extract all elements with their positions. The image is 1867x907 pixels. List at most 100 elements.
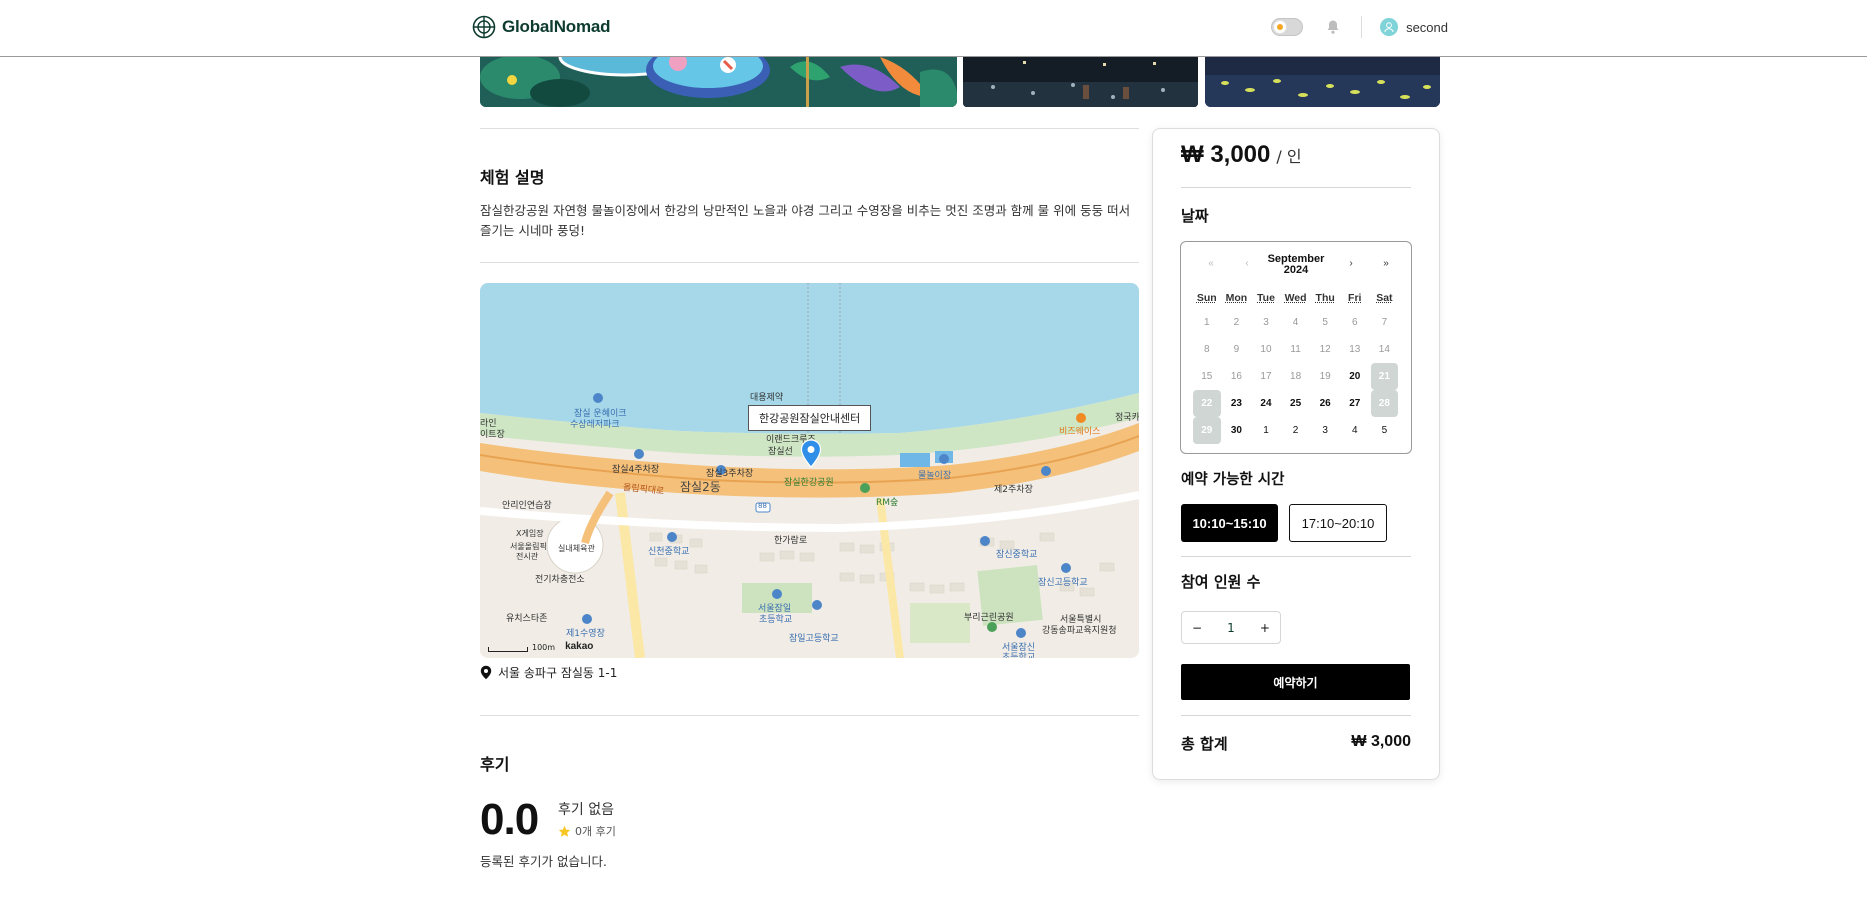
header-actions: second (1271, 15, 1448, 39)
weekday-label: Sun (1196, 292, 1217, 304)
bell-icon[interactable] (1325, 19, 1341, 35)
calendar-day[interactable]: 25 (1281, 390, 1311, 417)
user-avatar-icon[interactable] (1380, 18, 1399, 36)
rating-label: 후기 없음 (558, 802, 614, 818)
calendar-day[interactable]: 15 (1192, 363, 1222, 390)
map-marker-icon[interactable] (800, 439, 822, 469)
username[interactable]: second (1406, 20, 1448, 35)
map-pin-icon (480, 665, 492, 680)
map-label: 잠신중학교 (996, 550, 1038, 560)
logo-text: GlobalNomad (502, 17, 611, 36)
calendar-day[interactable]: 9 (1222, 336, 1252, 363)
logo[interactable]: GlobalNomad (472, 15, 611, 39)
review-count: 0개 후기 (558, 823, 616, 839)
calendar-day[interactable]: 17 (1251, 363, 1281, 390)
theme-toggle[interactable] (1271, 18, 1304, 36)
map-label: 부리근린공원 (964, 613, 1014, 623)
week-row: 1 2 3 4 5 6 7 (1192, 309, 1406, 336)
map-label: 정국카 (1115, 413, 1139, 423)
calendar-day-available[interactable]: 28 (1370, 390, 1399, 417)
location-map[interactable]: 대용제약 잠실 운혜이크 수상레저파크 잠실4주차장 잠실3주차장 잠실2동 잠… (480, 283, 1139, 658)
section-divider (480, 128, 1139, 129)
calendar-day-available[interactable]: 29 (1193, 417, 1221, 444)
date-calendar: « ‹ September 2024 › » Sun Mon Tue Wed T… (1180, 241, 1412, 454)
week-row: 29 30 1 2 3 4 5 (1192, 417, 1406, 444)
map-label: 한가람로 (774, 536, 808, 546)
calendar-month-label[interactable]: September 2024 (1241, 254, 1351, 276)
calendar-day[interactable]: 4 (1281, 309, 1311, 336)
calendar-day[interactable]: 14 (1370, 336, 1400, 363)
price-unit: / 인 (1276, 147, 1302, 166)
scale-text: 100m (532, 643, 556, 652)
description-text: 잠실한강공원 자연형 물놀이장에서 한강의 낭만적인 노을과 야경 그리고 수영… (480, 203, 1131, 238)
scale-bar (488, 647, 528, 652)
address: 서울 송파구 잠실동 1-1 (480, 664, 617, 681)
map-label: 잠실한강공원 (784, 478, 834, 488)
calendar-day[interactable]: 30 (1222, 417, 1252, 444)
time-slot-button[interactable]: 17:10~20:10 (1289, 504, 1387, 542)
prev-year-button[interactable]: « (1203, 258, 1219, 269)
calendar-day-next-month[interactable]: 3 (1310, 417, 1340, 444)
calendar-day-next-month[interactable]: 5 (1370, 417, 1400, 444)
price-amount: ₩ 3,000 (1181, 141, 1271, 168)
calendar-day[interactable]: 13 (1340, 336, 1370, 363)
calendar-day-available[interactable]: 22 (1193, 390, 1221, 417)
total-amount: ₩ 3,000 (1351, 733, 1411, 750)
calendar-day[interactable]: 3 (1251, 309, 1281, 336)
weekday-label: Thu (1315, 292, 1335, 304)
calendar-day[interactable]: 12 (1310, 336, 1340, 363)
banner-image-main[interactable] (480, 57, 957, 107)
calendar-day-next-month[interactable]: 4 (1340, 417, 1370, 444)
next-month-button[interactable]: › (1343, 258, 1359, 269)
calendar-day[interactable]: 19 (1310, 363, 1340, 390)
map-label: 유치스타존 (506, 614, 548, 624)
next-year-button[interactable]: » (1378, 258, 1394, 269)
calendar-day[interactable]: 27 (1340, 390, 1370, 417)
map-label: 신천중학교 (648, 547, 690, 557)
card-divider (1181, 715, 1411, 716)
calendar-day-next-month[interactable]: 1 (1251, 417, 1281, 444)
calendar-day[interactable]: 26 (1310, 390, 1340, 417)
map-label: 초등학교 (1002, 653, 1036, 658)
banner-image-floating-cinema[interactable] (1205, 57, 1440, 107)
calendar-day[interactable]: 16 (1222, 363, 1252, 390)
map-label: 비즈웨이스 (1059, 427, 1101, 437)
calendar-day[interactable]: 18 (1281, 363, 1311, 390)
calendar-day[interactable]: 8 (1192, 336, 1222, 363)
quantity-stepper: − 1 + (1181, 611, 1281, 644)
calendar-day[interactable]: 23 (1222, 390, 1252, 417)
quantity-value[interactable]: 1 (1227, 621, 1235, 635)
calendar-day[interactable]: 2 (1222, 309, 1252, 336)
calendar-day[interactable]: 1 (1192, 309, 1222, 336)
map-label: 초등학교 (759, 615, 793, 625)
week-row: 15 16 17 18 19 20 21 (1192, 363, 1406, 390)
banner-image-pool-night[interactable] (963, 57, 1198, 107)
people-title: 참여 인원 수 (1181, 573, 1261, 591)
map-label: 잠실4주차장 (612, 465, 660, 475)
calendar-day[interactable]: 11 (1281, 336, 1311, 363)
map-label: 제1수영장 (566, 629, 605, 639)
calendar-day[interactable]: 6 (1340, 309, 1370, 336)
calendar-nav: « ‹ September 2024 › » (1181, 254, 1411, 278)
star-icon (558, 825, 571, 837)
calendar-day[interactable]: 24 (1251, 390, 1281, 417)
calendar-year: 2024 (1283, 264, 1309, 276)
calendar-day[interactable]: 5 (1310, 309, 1340, 336)
calendar-grid: Sun Mon Tue Wed Thu Fri Sat 1 2 3 4 5 6 … (1192, 289, 1406, 444)
map-label: 잠일고등학교 (789, 634, 839, 644)
no-reviews-text: 등록된 후기가 없습니다. (480, 854, 607, 869)
calendar-day-available[interactable]: 21 (1370, 363, 1399, 390)
calendar-day-next-month[interactable]: 2 (1281, 417, 1311, 444)
calendar-day-today[interactable]: 20 (1340, 363, 1370, 390)
increment-button[interactable]: + (1260, 621, 1270, 635)
calendar-day[interactable]: 10 (1251, 336, 1281, 363)
map-label: 수상레저파크 (570, 420, 620, 430)
calendar-day[interactable]: 7 (1370, 309, 1400, 336)
reserve-button[interactable]: 예약하기 (1181, 664, 1410, 700)
week-row: 8 9 10 11 12 13 14 (1192, 336, 1406, 363)
decrement-button[interactable]: − (1192, 621, 1202, 635)
time-slot-button-selected[interactable]: 10:10~15:10 (1181, 504, 1278, 542)
map-label: 잠실선 (768, 447, 793, 457)
top-header: GlobalNomad second (0, 0, 1867, 57)
sun-toggle-icon (1274, 21, 1287, 33)
